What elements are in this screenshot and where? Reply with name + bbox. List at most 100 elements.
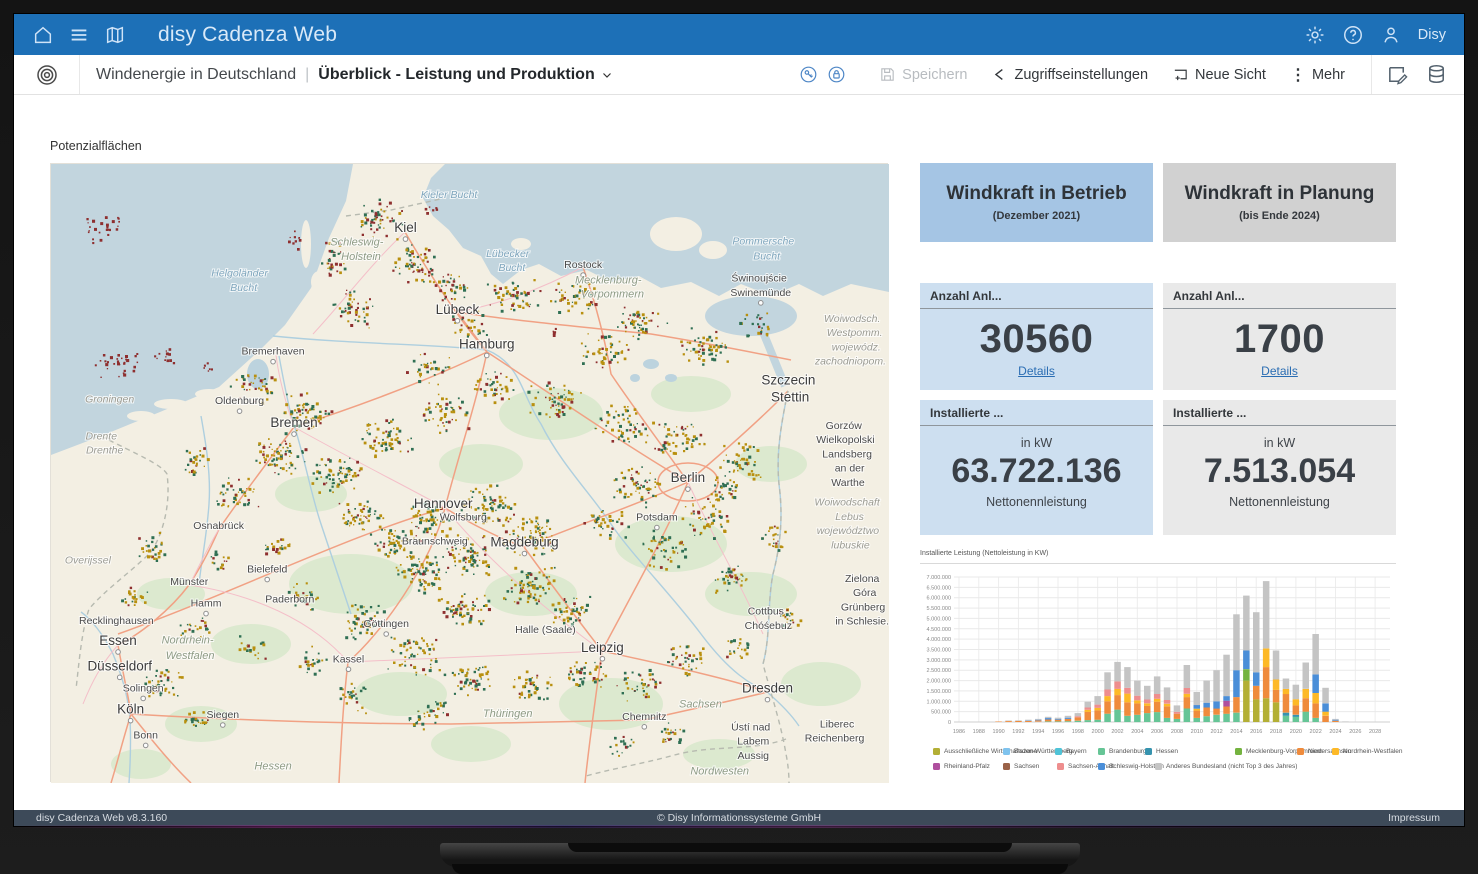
breadcrumb-parent[interactable]: Windenergie in Deutschland (96, 66, 296, 84)
bar-segment-awz[interactable] (1253, 699, 1260, 722)
bar-segment-nw[interactable] (1164, 704, 1171, 707)
bar-segment-other[interactable] (1144, 686, 1151, 700)
bar-segment-sh[interactable] (1035, 720, 1042, 721)
bar-segment-ni[interactable] (1253, 686, 1260, 700)
bar-segment-bb[interactable] (1184, 709, 1191, 723)
bar-segment-nw[interactable] (1094, 708, 1101, 711)
bar-segment-st[interactable] (1075, 716, 1082, 717)
bar-segment-ni[interactable] (1045, 720, 1052, 722)
bar-segment-ni[interactable] (1134, 703, 1141, 714)
bar-segment-bb[interactable] (1154, 712, 1161, 722)
bar-segment-other[interactable] (1124, 667, 1131, 688)
bar-segment-other[interactable] (1164, 687, 1171, 700)
bar-segment-other[interactable] (1085, 702, 1092, 708)
bar-segment-nw[interactable] (1322, 712, 1329, 716)
bar-segment-mv[interactable] (1243, 669, 1250, 680)
bar-segment-sh[interactable] (1203, 703, 1210, 708)
bar-segment-other[interactable] (1322, 688, 1329, 704)
legend-item-bb[interactable]: Brandenburg (1098, 748, 1147, 755)
bar-segment-sh[interactable] (1213, 701, 1220, 708)
bar-chart-panel[interactable]: Installierte Leistung (Nettoleistung in … (920, 550, 1396, 776)
bar-segment-nw[interactable] (1134, 700, 1141, 703)
bar-segment-bb[interactable] (1065, 721, 1072, 722)
bar-segment-nw[interactable] (1293, 699, 1300, 705)
bar-segment-ni[interactable] (1213, 709, 1220, 715)
legend-item-nw[interactable]: Nordrhein-Westfalen (1332, 748, 1403, 755)
bar-segment-other[interactable] (1005, 720, 1012, 721)
bar-segment-nw[interactable] (1273, 680, 1280, 690)
bar-segment-other[interactable] (1253, 612, 1260, 672)
legend-item-other[interactable]: Anderes Bundesland (nicht Top 3 des Jahr… (1155, 763, 1297, 770)
bar-segment-nw[interactable] (1194, 709, 1201, 711)
bar-segment-ni[interactable] (1184, 697, 1191, 708)
bar-segment-other[interactable] (1174, 705, 1181, 711)
settings-gear-icon[interactable] (1304, 24, 1326, 46)
legend-item-rp[interactable]: Rheinland-Pfalz (933, 763, 990, 770)
bar-segment-st[interactable] (1094, 705, 1101, 708)
new-view-button[interactable]: Neue Sicht (1172, 66, 1266, 83)
bar-segment-other[interactable] (1223, 655, 1230, 696)
bar-segment-bb[interactable] (1094, 720, 1101, 722)
bar-segment-sh[interactable] (1055, 719, 1062, 720)
bar-segment-bb[interactable] (1164, 718, 1171, 722)
bar-segment-other[interactable] (1332, 719, 1339, 720)
bar-segment-rp[interactable] (1223, 701, 1230, 707)
bar-segment-other[interactable] (1213, 670, 1220, 701)
bar-segment-ni[interactable] (1203, 708, 1210, 717)
bar-segment-he[interactable] (1293, 715, 1300, 717)
bar-segment-other[interactable] (1312, 634, 1319, 674)
bar-segment-other[interactable] (1203, 681, 1210, 703)
legend-item-sn[interactable]: Sachsen (1003, 763, 1039, 770)
save-button[interactable]: Speichern (879, 66, 967, 83)
bar-segment-sh[interactable] (1243, 651, 1250, 670)
bar-segment-nw[interactable] (1283, 689, 1290, 694)
bar-segment-other[interactable] (1283, 679, 1290, 689)
bar-segment-other[interactable] (1273, 651, 1280, 680)
bar-segment-other[interactable] (1075, 713, 1082, 716)
details-link[interactable]: Details (1163, 364, 1396, 378)
bar-segment-sh[interactable] (1253, 672, 1260, 686)
bar-segment-nw[interactable] (1114, 689, 1121, 695)
bar-segment-other[interactable] (1233, 614, 1240, 670)
bar-segment-awz[interactable] (1263, 698, 1270, 722)
bar-segment-ni[interactable] (1293, 705, 1300, 714)
bar-segment-sh[interactable] (1065, 718, 1072, 719)
bar-segment-bb[interactable] (1303, 712, 1310, 722)
bar-segment-bb[interactable] (1144, 713, 1151, 722)
bar-segment-nw[interactable] (1154, 699, 1161, 702)
bar-segment-nw[interactable] (1085, 710, 1092, 712)
bar-segment-ni[interactable] (1223, 707, 1230, 714)
bar-segment-st[interactable] (1085, 708, 1092, 710)
bar-segment-st[interactable] (1104, 690, 1111, 697)
bar-segment-bb[interactable] (1114, 710, 1121, 722)
bar-segment-bb[interactable] (1194, 718, 1201, 722)
home-icon[interactable] (32, 24, 54, 46)
access-settings-button[interactable]: Zugriffseinstellungen (991, 66, 1148, 83)
bar-segment-bb[interactable] (1075, 721, 1082, 722)
bar-segment-other[interactable] (1065, 716, 1072, 718)
bar-segment-other[interactable] (1194, 692, 1201, 705)
bar-segment-bb[interactable] (1134, 715, 1141, 722)
bar-segment-other[interactable] (1055, 718, 1062, 719)
bar-segment-bb[interactable] (1055, 721, 1062, 722)
bar-segment-sh[interactable] (1312, 674, 1319, 693)
bar-segment-bb[interactable] (1223, 714, 1230, 722)
bar-segment-ni[interactable] (1332, 721, 1339, 722)
bar-segment-bb[interactable] (1293, 717, 1300, 722)
bar-segment-ni[interactable] (1015, 721, 1022, 722)
bar-segment-bb[interactable] (1213, 715, 1220, 722)
bar-segment-awz[interactable] (1273, 702, 1280, 722)
bar-segment-nw[interactable] (1124, 694, 1131, 703)
bar-segment-sh[interactable] (1045, 718, 1052, 719)
bar-segment-other[interactable] (1035, 719, 1042, 720)
bar-segment-ni[interactable] (1094, 710, 1101, 719)
bar-segment-bb[interactable] (1233, 713, 1240, 722)
bar-segment-ni[interactable] (1174, 714, 1181, 719)
map-icon[interactable] (104, 24, 126, 46)
bar-segment-st[interactable] (1174, 712, 1181, 714)
bar-segment-ni[interactable] (1283, 694, 1290, 713)
bar-segment-ni[interactable] (1194, 711, 1201, 718)
bar-segment-st[interactable] (1134, 696, 1141, 701)
bar-segment-st[interactable] (1154, 694, 1161, 699)
bar-segment-ni[interactable] (1065, 719, 1072, 721)
